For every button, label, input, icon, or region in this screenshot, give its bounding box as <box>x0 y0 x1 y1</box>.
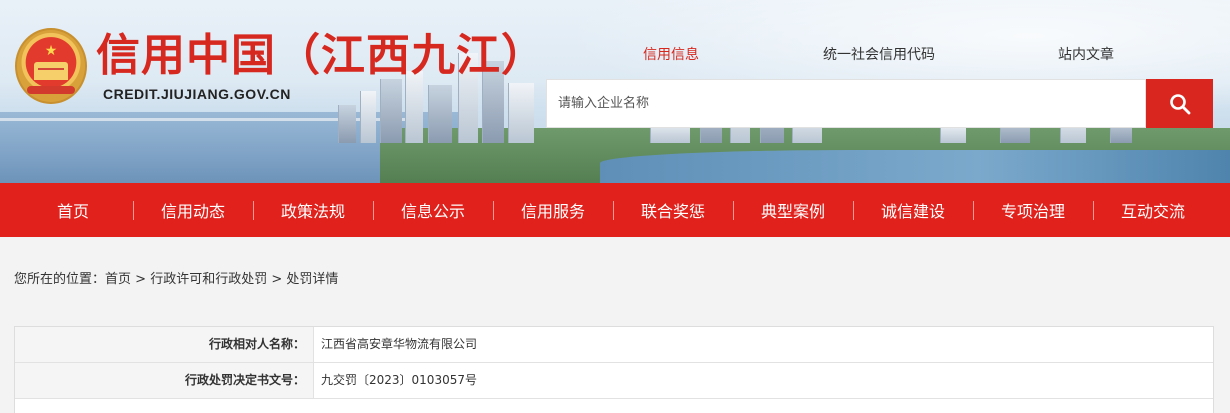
skyline-building <box>360 91 376 143</box>
main-nav: 首页 信用动态 政策法规 信息公示 信用服务 联合奖惩 典型案例 诚信建设 专项… <box>0 183 1230 237</box>
field-label-party-name: 行政相对人名称： <box>15 327 314 362</box>
nav-item-special-governance[interactable]: 专项治理 <box>973 183 1093 237</box>
bridge-line <box>0 118 420 121</box>
nav-item-policies[interactable]: 政策法规 <box>253 183 373 237</box>
national-emblem-icon: ★ <box>15 28 87 104</box>
breadcrumb-current: 处罚详情 <box>286 272 339 287</box>
header-banner: ★ 信用中国（江西九江） CREDIT.JIUJIANG.GOV.CN 信用信息… <box>0 0 1230 183</box>
skyline-building <box>428 85 452 143</box>
field-label-decision-number: 行政处罚决定书文号： <box>15 363 314 398</box>
table-row: 行政处罚决定书文号： 九交罚〔2023〕0103057号 <box>15 363 1213 399</box>
tab-credit-info[interactable]: 信用信息 <box>643 44 699 64</box>
tab-unified-credit-code[interactable]: 统一社会信用代码 <box>823 44 935 64</box>
nav-item-info-publicity[interactable]: 信息公示 <box>373 183 493 237</box>
penalty-detail-table: 行政相对人名称： 江西省高安章华物流有限公司 行政处罚决定书文号： 九交罚〔20… <box>14 326 1214 413</box>
table-row: 行政相对人名称： 江西省高安章华物流有限公司 <box>15 327 1213 363</box>
nav-item-integrity-building[interactable]: 诚信建设 <box>853 183 973 237</box>
search-input[interactable] <box>547 80 1145 127</box>
nav-item-credit-news[interactable]: 信用动态 <box>133 183 253 237</box>
nav-item-home[interactable]: 首页 <box>13 183 133 237</box>
search-icon <box>1169 93 1190 114</box>
breadcrumb-separator: > <box>271 272 283 287</box>
skyline-building <box>380 79 402 143</box>
breadcrumb-link-home[interactable]: 首页 <box>105 272 131 287</box>
ribbon-icon <box>27 86 75 94</box>
content-area: 您所在的位置：首页 > 行政许可和行政处罚 > 处罚详情 行政相对人名称： 江西… <box>0 237 1230 413</box>
site-domain: CREDIT.JIUJIANG.GOV.CN <box>103 86 291 102</box>
breadcrumb: 您所在的位置：首页 > 行政许可和行政处罚 > 处罚详情 <box>14 268 338 287</box>
top-tabs: 信用信息 统一社会信用代码 站内文章 <box>600 44 1190 64</box>
search-button[interactable] <box>1146 79 1213 128</box>
gate-icon <box>34 62 68 80</box>
breadcrumb-prefix: 您所在的位置： <box>14 272 106 287</box>
field-value-party-name: 江西省高安章华物流有限公司 <box>321 337 478 351</box>
river-water <box>600 150 1230 183</box>
skyline-building <box>338 105 356 143</box>
breadcrumb-separator: > <box>135 272 147 287</box>
nav-item-joint-rewards-penalties[interactable]: 联合奖惩 <box>613 183 733 237</box>
search-box <box>546 79 1146 128</box>
skyline-building <box>508 83 534 143</box>
nav-item-typical-cases[interactable]: 典型案例 <box>733 183 853 237</box>
star-icon: ★ <box>44 43 58 59</box>
nav-item-interaction[interactable]: 互动交流 <box>1093 183 1213 237</box>
field-value-decision-number: 九交罚〔2023〕0103057号 <box>321 373 477 387</box>
breadcrumb-link-permits-penalties[interactable]: 行政许可和行政处罚 <box>150 272 267 287</box>
site-title: 信用中国（江西九江） <box>96 30 546 81</box>
tab-site-articles[interactable]: 站内文章 <box>1058 44 1114 64</box>
nav-item-credit-services[interactable]: 信用服务 <box>493 183 613 237</box>
